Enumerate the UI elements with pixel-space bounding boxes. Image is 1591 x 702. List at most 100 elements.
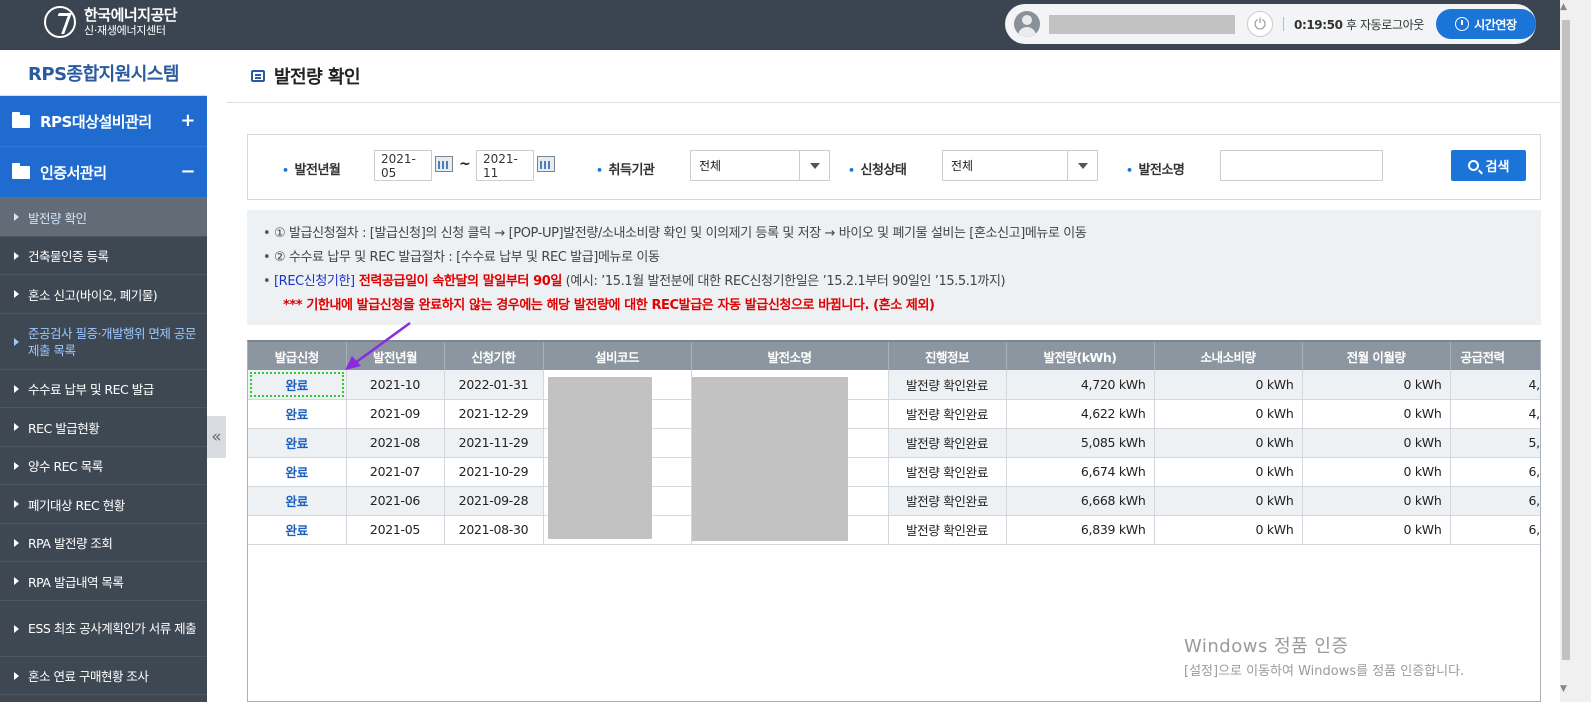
triangle-right-icon [14, 213, 19, 221]
org-sub: 신·재생에너지센터 [84, 24, 166, 37]
column-header: 신청기한 [444, 342, 544, 370]
column-header: 발급신청 [248, 342, 347, 370]
scrollbar-thumb[interactable] [1562, 20, 1570, 660]
column-header: 진행정보 [888, 342, 1007, 370]
period-to-input[interactable]: 2021-11 [476, 150, 534, 181]
cell-year-month: 2021-05 [346, 515, 445, 545]
triangle-right-icon [14, 461, 19, 470]
agency-select-value: 전체 [699, 159, 722, 173]
collapse-icon: − [180, 161, 195, 182]
notice-line: ① 발급신청절차 : [발급신청]의 신청 클릭 → [POP-UP]발전량/소… [263, 222, 1525, 246]
cell-self-consumption: 0 kWh [1154, 486, 1303, 516]
sidebar-item-ess-docs[interactable]: ESS 최초 공사계획인가 서류 제출 [0, 601, 207, 657]
status-label: 신청상태 [848, 159, 907, 178]
cell-carryover: 0 kWh [1302, 399, 1451, 429]
triangle-right-icon [14, 337, 19, 346]
column-header: 발전량(kWh) [1006, 342, 1155, 370]
cell-generation: 6,839 kWh [1006, 515, 1155, 545]
scroll-up-icon[interactable]: ▲ [1560, 2, 1567, 12]
column-header: 발전년월 [346, 342, 445, 370]
system-title[interactable]: RPS종합지원시스템 [0, 50, 207, 96]
sidebar-group-certificate[interactable]: 인증서관리 − [0, 147, 207, 198]
cell-generation: 5,085 kWh [1006, 428, 1155, 458]
org-logo[interactable]: 한국에너지공단 신·재생에너지센터 [44, 6, 178, 38]
apply-status-link[interactable]: 완료 [248, 457, 347, 487]
cell-progress: 발전량 확인완료 [888, 457, 1007, 487]
sidebar-item-rec-status[interactable]: REC 발급현황 [0, 408, 207, 447]
column-header: 전월 이월량 [1302, 342, 1451, 370]
status-select-value: 전체 [951, 159, 974, 173]
range-separator: ~ [459, 156, 471, 172]
sidebar-item-label: 혼소 신고(바이오, 폐기물) [28, 287, 158, 303]
notice-deadline-example: (예시: ’15.1월 발전분에 대한 REC신청기한일은 ’15.2.1부터 … [561, 274, 1006, 289]
cell-supply: 5, [1450, 428, 1540, 458]
sidebar-item-fee-rec-issue[interactable]: 수수료 납부 및 REC 발급 [0, 370, 207, 408]
sidebar-item-inspection-docs[interactable]: 준공검사 필증·개발행위 면제 공문 제출 목록 [0, 314, 207, 370]
org-logo-icon [44, 6, 76, 38]
sidebar-item-rpa-issue-list[interactable]: RPA 발급내역 목록 [0, 562, 207, 601]
apply-status-link[interactable]: 완료 [248, 428, 347, 458]
table-row[interactable]: 완료 2021-07 2021-10-29 발전량 확인완료 6,674 kWh… [248, 457, 1540, 487]
cell-self-consumption: 0 kWh [1154, 457, 1303, 487]
period-label: 발전년월 [282, 159, 341, 178]
cell-progress: 발전량 확인완료 [888, 399, 1007, 429]
apply-status-link[interactable]: 완료 [248, 370, 347, 400]
table-row[interactable]: 완료 2021-10 2022-01-31 발전량 확인완료 4,720 kWh… [248, 370, 1540, 400]
table-row[interactable]: 완료 2021-05 2021-08-30 발전량 확인완료 6,839 kWh… [248, 515, 1540, 545]
sidebar-group-rps-facility[interactable]: RPS대상설비관리 + [0, 96, 207, 147]
sidebar-item-label: 혼소 연료 구매현황 조사 [28, 669, 149, 684]
triangle-right-icon [14, 671, 19, 680]
column-header: 소내소비량 [1154, 342, 1303, 370]
cell-self-consumption: 0 kWh [1154, 515, 1303, 545]
table-row[interactable]: 완료 2021-08 2021-11-29 발전량 확인완료 5,085 kWh… [248, 428, 1540, 458]
org-name: 한국에너지공단 [84, 6, 178, 24]
sidebar-collapse-button[interactable]: « [207, 416, 226, 458]
triangle-right-icon [14, 251, 19, 260]
calendar-icon[interactable] [537, 156, 555, 172]
cell-generation: 4,720 kWh [1006, 370, 1155, 400]
apply-status-link[interactable]: 완료 [248, 515, 347, 545]
table-row[interactable]: 완료 2021-09 2021-12-29 발전량 확인완료 4,622 kWh… [248, 399, 1540, 429]
extend-time-button[interactable]: 시간연장 [1435, 9, 1536, 39]
sidebar-item-building-cert[interactable]: 건축물인증 등록 [0, 237, 207, 275]
sidebar-item-cofiring-report[interactable]: 혼소 신고(바이오, 폐기물) [0, 275, 207, 314]
folder-icon [12, 111, 30, 128]
sidebar-item-disposal-rec[interactable]: 폐기대상 REC 현황 [0, 485, 207, 524]
search-button[interactable]: 검색 [1451, 150, 1526, 181]
cell-progress: 발전량 확인완료 [888, 515, 1007, 545]
cell-carryover: 0 kWh [1302, 370, 1451, 400]
calendar-icon[interactable] [435, 156, 453, 172]
period-from-input[interactable]: 2021-05 [374, 150, 432, 181]
extend-time-label: 시간연장 [1474, 17, 1517, 32]
sidebar-item-label: RPA 발전량 조회 [28, 536, 113, 551]
cell-deadline: 2021-08-30 [444, 515, 544, 545]
status-select[interactable]: 전체 [942, 150, 1098, 181]
logout-power-button[interactable]: ⏻ [1247, 11, 1273, 37]
sidebar-item-transferred-rec[interactable]: 양수 REC 목록 [0, 447, 207, 485]
cell-year-month: 2021-08 [346, 428, 445, 458]
table-row[interactable]: 완료 2021-06 2021-09-28 발전량 확인완료 6,668 kWh… [248, 486, 1540, 516]
plant-name-redacted [692, 377, 848, 541]
plant-name-input[interactable] [1220, 150, 1383, 181]
cell-supply: 4, [1450, 399, 1540, 429]
cell-generation: 6,668 kWh [1006, 486, 1155, 516]
apply-status-link[interactable]: 완료 [248, 486, 347, 516]
search-button-label: 검색 [1485, 160, 1510, 175]
page-scrollbar[interactable]: ▲ ▼ [1560, 0, 1591, 702]
apply-status-link[interactable]: 완료 [248, 399, 347, 429]
cell-carryover: 0 kWh [1302, 457, 1451, 487]
cell-deadline: 2021-12-29 [444, 399, 544, 429]
sidebar-item-rpa-generation[interactable]: RPA 발전량 조회 [0, 524, 207, 562]
scroll-down-icon[interactable]: ▼ [1560, 684, 1567, 694]
folder-icon [12, 162, 30, 179]
notice-deadline-rule: 전력공급일이 속한달의 말일부터 90일 [354, 274, 562, 289]
sidebar-item-generation-check[interactable]: 발전량 확인 [0, 198, 207, 237]
cell-deadline: 2021-10-29 [444, 457, 544, 487]
triangle-right-icon [14, 423, 19, 431]
sidebar: RPS종합지원시스템 RPS대상설비관리 + 인증서관리 − 발전량 확인 건축… [0, 50, 207, 702]
cell-supply: 6, [1450, 457, 1540, 487]
agency-select[interactable]: 전체 [690, 150, 830, 181]
notice-deadline-tag: [REC신청기한] [274, 274, 355, 289]
windows-activation-watermark: Windows 정품 인증 [설정]으로 이동하여 Windows를 정품 인증… [1184, 632, 1464, 679]
sidebar-item-fuel-purchase[interactable]: 혼소 연료 구매현황 조사 [0, 657, 207, 695]
